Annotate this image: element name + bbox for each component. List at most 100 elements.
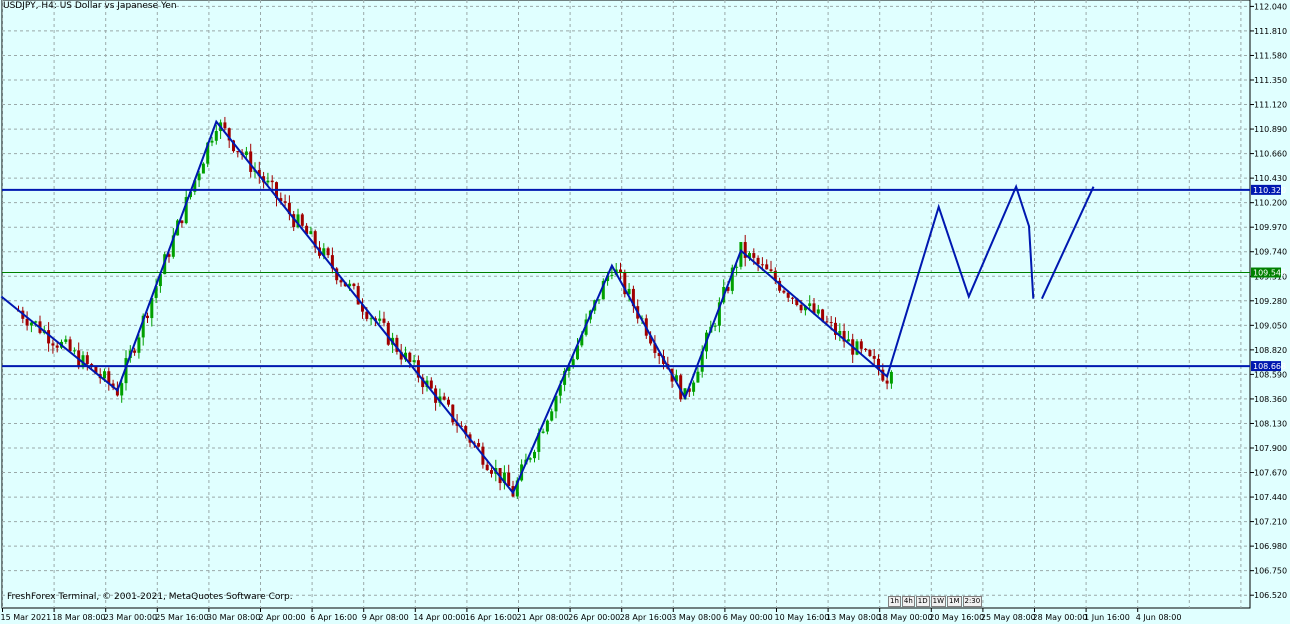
- period-tab[interactable]: 4h: [901, 596, 915, 607]
- period-tab[interactable]: 2:30: [962, 596, 983, 607]
- x-tick-label: 21 Apr 08:00: [517, 613, 569, 622]
- candle-body: [477, 443, 481, 447]
- candle-body: [137, 337, 141, 353]
- candle-body: [55, 345, 59, 348]
- y-tick-label: 111.810: [1254, 27, 1287, 36]
- candle-body: [528, 458, 532, 460]
- x-tick-label: 13 May 08:00: [826, 613, 881, 622]
- y-tick-label: 106.980: [1254, 542, 1287, 551]
- period-tab[interactable]: 1W: [930, 596, 946, 607]
- x-tick-label: 18 Mar 08:00: [52, 613, 105, 622]
- candle-body: [214, 131, 218, 141]
- candle-body: [889, 371, 893, 384]
- period-tab[interactable]: 1h: [888, 596, 901, 607]
- candle-body: [51, 343, 55, 346]
- y-tick-label: 109.280: [1254, 297, 1287, 306]
- candle-body: [309, 231, 313, 235]
- candle-body: [782, 290, 786, 293]
- candle-body: [133, 350, 137, 353]
- candle-body: [769, 269, 773, 272]
- candle-body: [72, 350, 76, 352]
- zigzag-line: [0, 119, 1035, 495]
- candle-body: [103, 371, 106, 379]
- x-tick-label: 28 May 00:00: [1033, 613, 1088, 622]
- y-tick-label: 109.970: [1254, 223, 1287, 232]
- candle-body: [210, 140, 214, 143]
- price-chart[interactable]: 112.040 111.810 111.580 111.350 111.120 110.8…: [0, 0, 1290, 624]
- x-tick-label: 9 Apr 08:00: [362, 613, 409, 622]
- level-price-label: 108.668: [1253, 362, 1286, 371]
- candle-body: [352, 283, 356, 287]
- candle-body: [447, 399, 450, 405]
- candle-body: [386, 322, 390, 345]
- candle-body: [442, 396, 446, 400]
- candle-body: [223, 122, 227, 129]
- x-tick-label: 16 Apr 16:00: [465, 613, 517, 622]
- y-tick-label: 108.130: [1254, 419, 1287, 428]
- y-tick-label: 107.210: [1254, 518, 1287, 527]
- candle-body: [872, 355, 876, 359]
- x-tick-label: 15 Mar 2021: [1, 613, 52, 622]
- candle-body: [868, 349, 872, 356]
- x-tick-label: 2 Apr 00:00: [259, 613, 306, 622]
- candle-body: [197, 173, 201, 181]
- candle-body: [68, 339, 72, 352]
- y-tick-label: 110.890: [1254, 125, 1287, 134]
- candle-body: [64, 339, 68, 342]
- y-tick-label: 112.040: [1254, 2, 1287, 11]
- y-tick-label: 110.660: [1254, 150, 1287, 159]
- x-tick-label: 1 Jun 16:00: [1084, 613, 1130, 622]
- y-tick-label: 110.200: [1254, 199, 1287, 208]
- candle-body: [550, 411, 554, 421]
- candle-body: [270, 180, 274, 183]
- candle-body: [326, 248, 330, 256]
- y-tick-label: 108.590: [1254, 370, 1287, 379]
- y-tick-label: 111.580: [1254, 51, 1287, 60]
- y-tick-label: 109.740: [1254, 248, 1287, 257]
- y-tick-label: 107.670: [1254, 469, 1287, 478]
- x-tick-label: 28 Apr 16:00: [620, 613, 672, 622]
- candle-body: [85, 355, 89, 365]
- candle-body: [696, 371, 700, 383]
- candle-body: [799, 304, 803, 311]
- candle-body: [25, 318, 29, 326]
- y-tick-label: 106.750: [1254, 567, 1287, 576]
- candle-body: [201, 163, 205, 174]
- candle-body: [713, 325, 717, 327]
- candle-body: [533, 451, 536, 459]
- candle-body: [412, 360, 416, 363]
- x-tick-label: 25 May 08:00: [981, 613, 1036, 622]
- candle-body: [485, 464, 489, 471]
- candle-body: [120, 383, 124, 396]
- candle-body: [429, 380, 433, 389]
- period-tab[interactable]: 1M: [947, 596, 962, 607]
- candle-body: [244, 151, 248, 156]
- period-tab[interactable]: 1D: [915, 596, 930, 607]
- chart-title: USDJPY, H4: US Dollar vs Japanese Yen: [3, 1, 177, 11]
- level-price-label: 110.320: [1253, 186, 1286, 195]
- candle-body: [859, 341, 863, 349]
- candle-body: [382, 318, 386, 323]
- candle-body: [885, 380, 889, 384]
- x-tick-label: 23 Mar 00:00: [104, 613, 157, 622]
- candle-body: [266, 180, 270, 183]
- period-tabs: 1h 4h 1D 1W 1M 2:30: [888, 596, 983, 607]
- y-tick-label: 108.820: [1254, 346, 1287, 355]
- candle-body: [829, 322, 833, 324]
- x-tick-label: 18 May 00:00: [878, 613, 933, 622]
- candle-body: [369, 318, 373, 320]
- chart-window[interactable]: 112.040 111.810 111.580 111.350 111.120 110.8…: [0, 0, 1290, 624]
- y-tick-label: 107.900: [1254, 444, 1287, 453]
- y-tick-label: 108.360: [1254, 395, 1287, 404]
- candle-body: [864, 348, 868, 350]
- candle-body: [490, 470, 493, 474]
- candle-body: [300, 214, 304, 226]
- candle-body: [408, 352, 412, 363]
- candle-body: [765, 264, 769, 270]
- x-tick-label: 20 May 16:00: [929, 613, 984, 622]
- y-tick-label: 106.520: [1254, 591, 1287, 600]
- y-tick-label: 109.050: [1254, 321, 1287, 330]
- y-tick-label: 111.350: [1254, 76, 1287, 85]
- candle-body: [283, 201, 287, 203]
- candle-body: [816, 309, 820, 314]
